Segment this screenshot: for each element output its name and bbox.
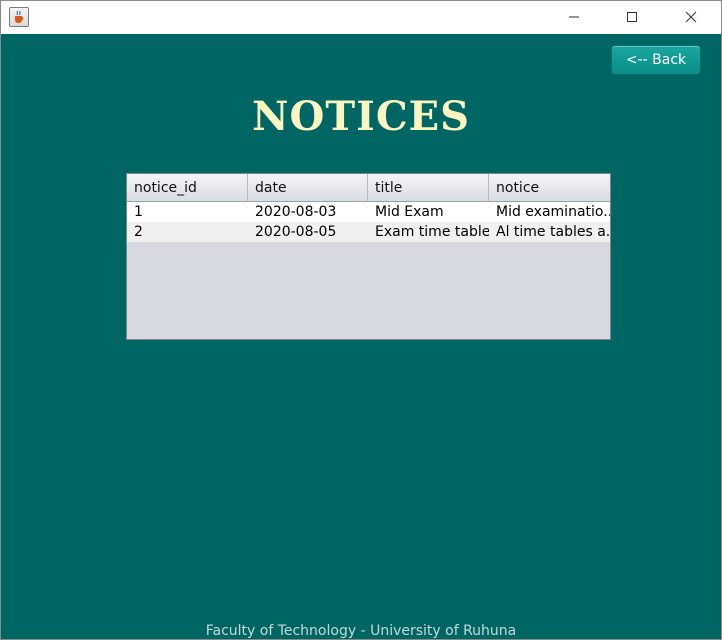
minimize-button[interactable] bbox=[551, 1, 597, 33]
cell-title[interactable]: Mid Exam bbox=[368, 202, 489, 222]
cell-notice-id[interactable]: 1 bbox=[127, 202, 248, 222]
minimize-icon bbox=[569, 16, 579, 18]
maximize-button[interactable] bbox=[609, 1, 655, 33]
cell-date[interactable]: 2020-08-03 bbox=[248, 202, 368, 222]
column-header-title[interactable]: title bbox=[368, 174, 489, 202]
table-header: notice_id date title notice bbox=[127, 174, 610, 202]
close-icon bbox=[685, 11, 697, 23]
table-row[interactable]: 1 2020-08-03 Mid Exam Mid examinatio... bbox=[127, 202, 610, 222]
app-window: <-- Back NOTICES notice_id date title no… bbox=[0, 0, 722, 640]
notices-table[interactable]: notice_id date title notice 1 2020-08-03… bbox=[126, 173, 611, 340]
cell-date[interactable]: 2020-08-05 bbox=[248, 222, 368, 242]
cell-title[interactable]: Exam time table bbox=[368, 222, 489, 242]
cell-notice[interactable]: Al time tables a... bbox=[489, 222, 610, 242]
java-cup-icon[interactable] bbox=[9, 7, 29, 27]
column-header-date[interactable]: date bbox=[248, 174, 368, 202]
title-bar bbox=[1, 1, 721, 34]
column-header-notice[interactable]: notice bbox=[489, 174, 610, 202]
close-button[interactable] bbox=[668, 1, 714, 33]
page-title: NOTICES bbox=[251, 93, 471, 140]
column-header-notice-id[interactable]: notice_id bbox=[127, 174, 248, 202]
cell-notice[interactable]: Mid examinatio... bbox=[489, 202, 610, 222]
maximize-icon bbox=[627, 12, 637, 22]
table-row[interactable]: 2 2020-08-05 Exam time table Al time tab… bbox=[127, 222, 610, 242]
footer-text: Faculty of Technology - University of Ru… bbox=[205, 623, 517, 639]
cell-notice-id[interactable]: 2 bbox=[127, 222, 248, 242]
back-button[interactable]: <-- Back bbox=[611, 45, 701, 75]
